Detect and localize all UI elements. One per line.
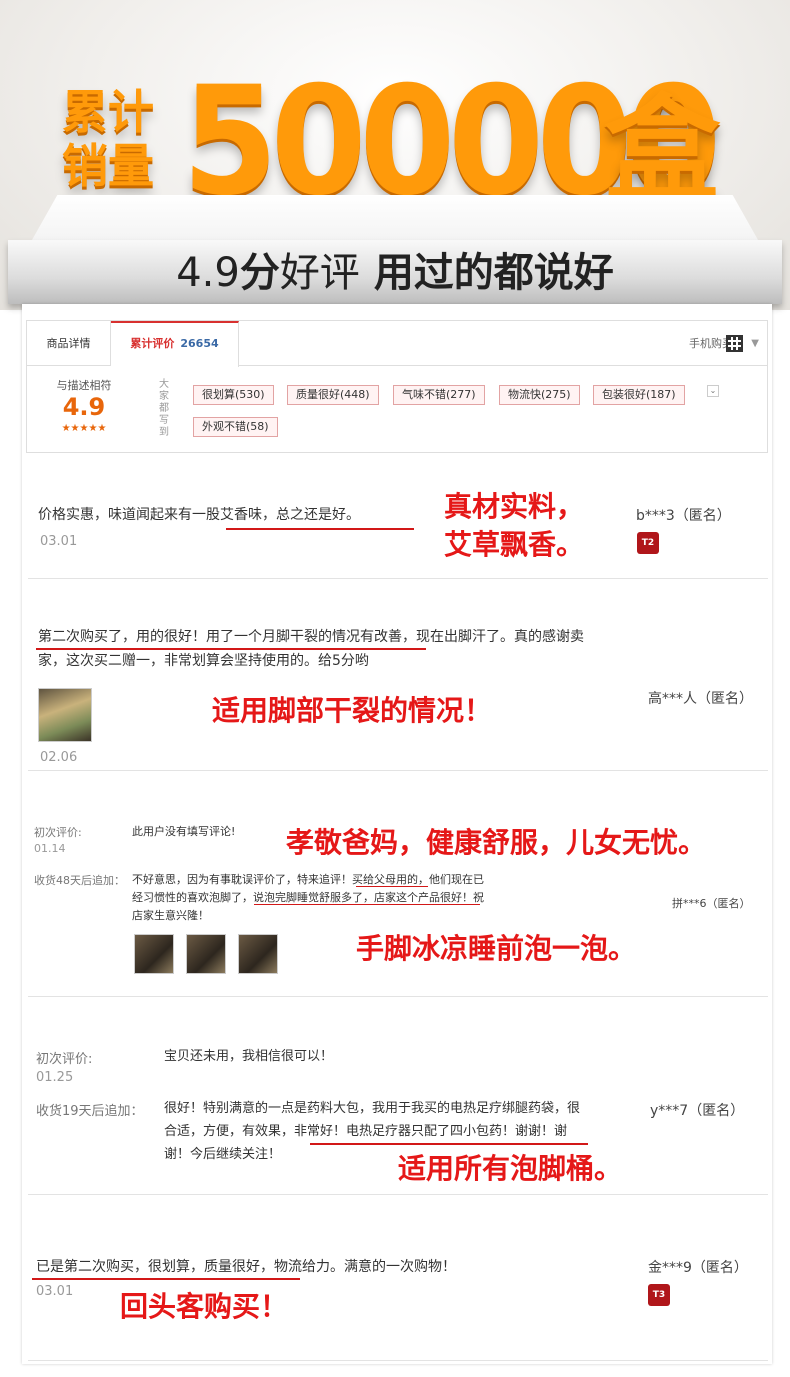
expand-tags-icon[interactable]: ⌄ xyxy=(707,385,719,397)
qr-code-icon[interactable] xyxy=(726,335,743,352)
review-photo-thumbnail[interactable] xyxy=(134,934,174,974)
divider xyxy=(28,1194,768,1195)
highlight-underline xyxy=(226,528,414,530)
first-review-label: 初次评价: xyxy=(36,1052,93,1067)
tag-chip[interactable]: 物流快(275) xyxy=(499,385,580,405)
review-summary: 商品详情 累计评价 26654 手机购买 ▼ 与描述相符 4.9 ★★★★★ 大家… xyxy=(26,320,768,453)
reviewer-name: 拼***6（匿名） xyxy=(672,897,751,910)
divider xyxy=(28,770,768,771)
tags-vertical-label: 大家都写到 xyxy=(159,379,169,438)
tag-chip[interactable]: 很划算(530) xyxy=(193,385,274,405)
tab-bar: 商品详情 累计评价 26654 手机购买 ▼ xyxy=(27,321,767,367)
first-review-text: 此用户没有填写评论! xyxy=(132,825,236,838)
highlight-underline xyxy=(36,648,426,650)
highlight-underline xyxy=(254,904,480,905)
review-photo-thumbnail[interactable] xyxy=(238,934,278,974)
rating-stars: ★★★★★ xyxy=(61,423,107,434)
followup-text-line: 经习惯性的喜欢泡脚了，说泡完脚睡觉舒服多了，店家这个产品很好！祝 xyxy=(132,891,484,904)
review-count: 26654 xyxy=(180,337,219,350)
rating-score: 4.9 xyxy=(62,393,106,421)
followup-text-line: 很好！特别满意的一点是药料大包，我用于我买的电热足疗绑腿药袋，很 xyxy=(164,1101,581,1116)
promo-caption: 孝敬爸妈，健康舒服，儿女无忧。 xyxy=(286,826,707,859)
review-text: 已是第二次购买，很划算，质量很好，物流给力。满意的一次购物！ xyxy=(36,1259,456,1275)
highlight-underline xyxy=(310,1143,588,1145)
first-review-date: 01.25 xyxy=(36,1070,74,1085)
highlight-underline xyxy=(32,1278,300,1280)
review-text-line: 第二次购买了，用的很好！用了一个月脚干裂的情况有改善，现在出脚汗了。真的感谢卖 xyxy=(38,629,584,645)
promo-caption: 手脚冰凉睡前泡一泡。 xyxy=(356,932,637,965)
first-review-date: 01.14 xyxy=(34,842,66,855)
followup-text-line: 店家生意兴隆！ xyxy=(132,909,209,922)
chevron-down-icon[interactable]: ▼ xyxy=(751,321,759,366)
tag-chip[interactable]: 气味不错(277) xyxy=(393,385,485,405)
review-date: 03.01 xyxy=(40,534,78,549)
highlight-underline xyxy=(356,886,428,887)
review-text: 价格实惠，味道闻起来有一股艾香味，总之还是好。 xyxy=(38,507,360,523)
tab-reviews-label: 累计评价 xyxy=(130,337,175,350)
promo-caption: 回头客购买！ xyxy=(120,1290,289,1323)
tag-chip[interactable]: 质量很好(448) xyxy=(287,385,379,405)
review-date: 02.06 xyxy=(40,750,78,765)
review-photo-thumbnail[interactable] xyxy=(38,688,92,742)
divider xyxy=(28,578,768,579)
rating-label: 与描述相符 xyxy=(56,379,112,392)
tab-product-detail[interactable]: 商品详情 xyxy=(27,321,111,366)
first-review-label: 初次评价: xyxy=(34,826,82,839)
reviewer-name: y***7（匿名） xyxy=(650,1103,745,1119)
slogan-good: 好评 xyxy=(279,250,360,296)
slogan: 4.9分好评 用过的都说好 xyxy=(0,244,790,302)
tab-reviews[interactable]: 累计评价 26654 xyxy=(111,321,239,367)
review-photo-thumbnail[interactable] xyxy=(186,934,226,974)
reviewer-name: 金***9（匿名） xyxy=(648,1260,748,1276)
divider xyxy=(28,996,768,997)
slogan-tail: 用过的都说好 xyxy=(373,250,614,296)
review-date: 03.01 xyxy=(36,1284,74,1299)
member-badge-icon: T3 xyxy=(648,1284,670,1306)
member-badge-icon: T2 xyxy=(637,532,659,554)
review-text-line: 家，这次买二赠一，非常划算会坚持使用的。给5分哟 xyxy=(38,653,369,669)
promo-caption: 艾草飘香。 xyxy=(444,528,585,561)
promo-caption: 真材实料， xyxy=(444,490,585,523)
followup-text-line: 谢！今后继续关注！ xyxy=(164,1147,282,1162)
reviewer-name: 高***人（匿名） xyxy=(648,691,753,707)
reviewer-name: b***3（匿名） xyxy=(636,508,731,524)
followup-text-line: 合适，方便，有效果，非常好！电热足疗器只配了四小包药！谢谢！谢 xyxy=(164,1124,568,1139)
tag-chip[interactable]: 包装很好(187) xyxy=(593,385,685,405)
followup-label: 收货19天后追加： xyxy=(36,1104,144,1119)
slogan-score: 4.9 xyxy=(176,250,240,296)
slogan-fen: 分 xyxy=(239,250,280,296)
divider xyxy=(28,1360,768,1361)
first-review-text: 宝贝还未用，我相信很可以！ xyxy=(164,1049,334,1064)
tag-chip[interactable]: 外观不错(58) xyxy=(193,417,278,437)
banner-line1: 累计 xyxy=(62,85,154,139)
banner-line2: 销量 xyxy=(62,139,154,193)
followup-text-line: 不好意思，因为有事耽误评价了，特来追评！买给父母用的，他们现在已 xyxy=(132,873,484,886)
followup-label: 收货48天后追加： xyxy=(34,874,125,887)
promo-caption: 适用所有泡脚桶。 xyxy=(398,1152,623,1185)
promo-caption: 适用脚部干裂的情况！ xyxy=(212,694,493,727)
